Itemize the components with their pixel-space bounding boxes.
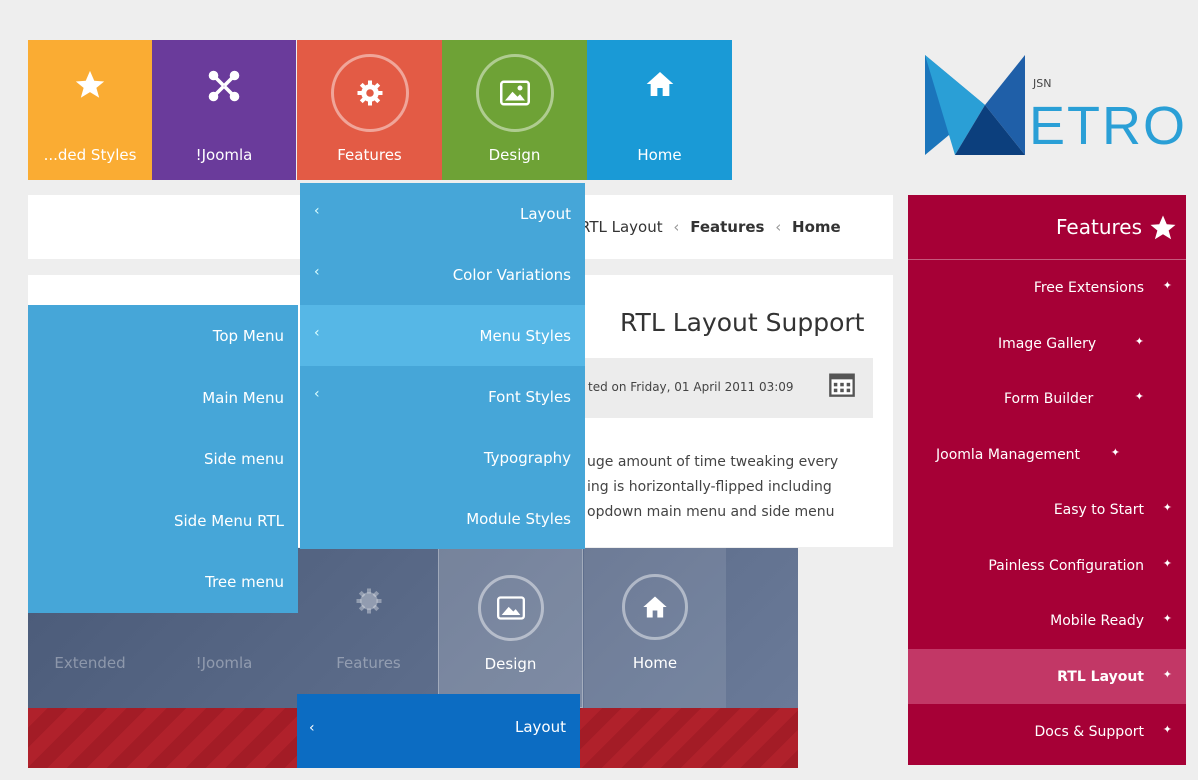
- submenu-item-top-menu[interactable]: Top Menu: [28, 305, 298, 367]
- sparkle-icon: ✦: [1162, 723, 1172, 736]
- breadcrumb-item-features[interactable]: Features: [690, 218, 764, 236]
- dropdown-item-font-styles[interactable]: ‹ Font Styles: [300, 366, 585, 427]
- star-icon: [1148, 213, 1178, 247]
- demo-tile-home[interactable]: Home: [584, 548, 726, 708]
- sparkle-icon: ✦: [1162, 501, 1172, 514]
- submenu-item-side-menu[interactable]: Side menu: [28, 428, 298, 490]
- dropdown-item-typography[interactable]: Typography: [300, 427, 585, 488]
- tile-home[interactable]: Home: [587, 40, 732, 180]
- sidebar-header: Features: [908, 195, 1186, 260]
- image-icon: [475, 54, 554, 132]
- dropdown-item-module-styles[interactable]: Module Styles: [300, 488, 585, 549]
- submenu-item-side-menu-rtl[interactable]: Side Menu RTL: [28, 490, 298, 552]
- sidebar-item-docs-support[interactable]: Docs & Support ✦: [908, 704, 1186, 760]
- sparkle-icon: ✦: [1162, 279, 1172, 292]
- sidebar-item-easy-to-start[interactable]: Easy to Start ✦: [908, 482, 1186, 538]
- features-sidebar-menu: Features Free Extensions ✦ Image Gallery ✦…: [908, 195, 1186, 765]
- features-dropdown-menu: ‹ Layout ‹ Color Variations ‹ Menu Styles ‹…: [300, 183, 585, 549]
- dropdown-item-layout[interactable]: ‹ Layout: [300, 183, 585, 244]
- sidebar-item-image-gallery[interactable]: Image Gallery ✦: [908, 316, 1186, 372]
- article-meta: ted on Friday, 01 April 2011 03:09: [588, 380, 794, 394]
- chevron-left-icon: ‹: [309, 720, 315, 736]
- breadcrumb-separator: ‹: [775, 218, 782, 236]
- tile-features[interactable]: Features: [297, 40, 442, 180]
- submenu-item-tree-menu[interactable]: Tree menu: [28, 551, 298, 613]
- chevron-left-icon: ‹: [314, 325, 320, 341]
- joomla-logo-icon: [152, 68, 296, 104]
- article-title: RTL Layout Support: [620, 308, 865, 337]
- calendar-icon: [828, 370, 856, 402]
- breadcrumb-item-home[interactable]: Home: [792, 218, 841, 236]
- sidebar-item-painless-configuration[interactable]: Painless Configuration ✦: [908, 538, 1186, 594]
- demo-dropdown-layout[interactable]: ‹ Layout: [297, 694, 580, 768]
- tile-joomla[interactable]: !Joomla: [152, 40, 296, 180]
- chevron-left-icon: ‹: [314, 264, 320, 280]
- demo-tile-design[interactable]: Design: [438, 548, 583, 708]
- sparkle-icon: ✦: [1134, 390, 1144, 403]
- demo-tile-features[interactable]: Features: [296, 548, 441, 708]
- sidebar-item-rtl-layout[interactable]: RTL Layout ✦: [908, 648, 1186, 704]
- sparkle-icon: ✦: [1162, 556, 1172, 570]
- home-icon: [587, 68, 732, 100]
- jsn-metro-logo[interactable]: JSN ETRO: [925, 55, 1190, 165]
- dropdown-item-menu-styles[interactable]: ‹ Menu Styles: [300, 305, 585, 366]
- breadcrumb-separator: ‹: [673, 218, 680, 236]
- chevron-left-icon: ‹: [314, 386, 320, 402]
- dropdown-item-color-variations[interactable]: ‹ Color Variations: [300, 244, 585, 305]
- breadcrumb: RTL Layout ‹ Features ‹ Home: [580, 218, 841, 236]
- sparkle-icon: ✦: [1162, 612, 1172, 625]
- image-icon: [477, 575, 544, 641]
- sparkle-icon: ✦: [1162, 667, 1172, 681]
- chevron-left-icon: ‹: [314, 203, 320, 219]
- submenu-item-main-menu[interactable]: Main Menu: [28, 367, 298, 429]
- sidebar-item-joomla-management[interactable]: Joomla Management ✦: [908, 427, 1186, 483]
- sparkle-icon: ✦: [1110, 445, 1120, 459]
- star-icon: [28, 68, 152, 102]
- sidebar-title: Features: [1056, 215, 1142, 239]
- gear-icon: [296, 586, 441, 616]
- sidebar-item-mobile-ready[interactable]: Mobile Ready ✦: [908, 593, 1186, 649]
- sidebar-item-free-extensions[interactable]: Free Extensions ✦: [908, 260, 1186, 316]
- gear-icon: [330, 54, 409, 132]
- article-body: uge amount of time tweaking every ing is…: [587, 454, 839, 520]
- sparkle-icon: ✦: [1134, 334, 1144, 348]
- menu-styles-submenu: Top Menu Main Menu Side menu Side Menu R…: [28, 305, 298, 613]
- tile-extended-styles[interactable]: ...ded Styles: [28, 40, 152, 180]
- home-icon: [622, 574, 688, 640]
- breadcrumb-item-rtl-layout[interactable]: RTL Layout: [580, 218, 663, 236]
- sidebar-item-form-builder[interactable]: Form Builder ✦: [908, 371, 1186, 427]
- tile-design[interactable]: Design: [442, 40, 587, 180]
